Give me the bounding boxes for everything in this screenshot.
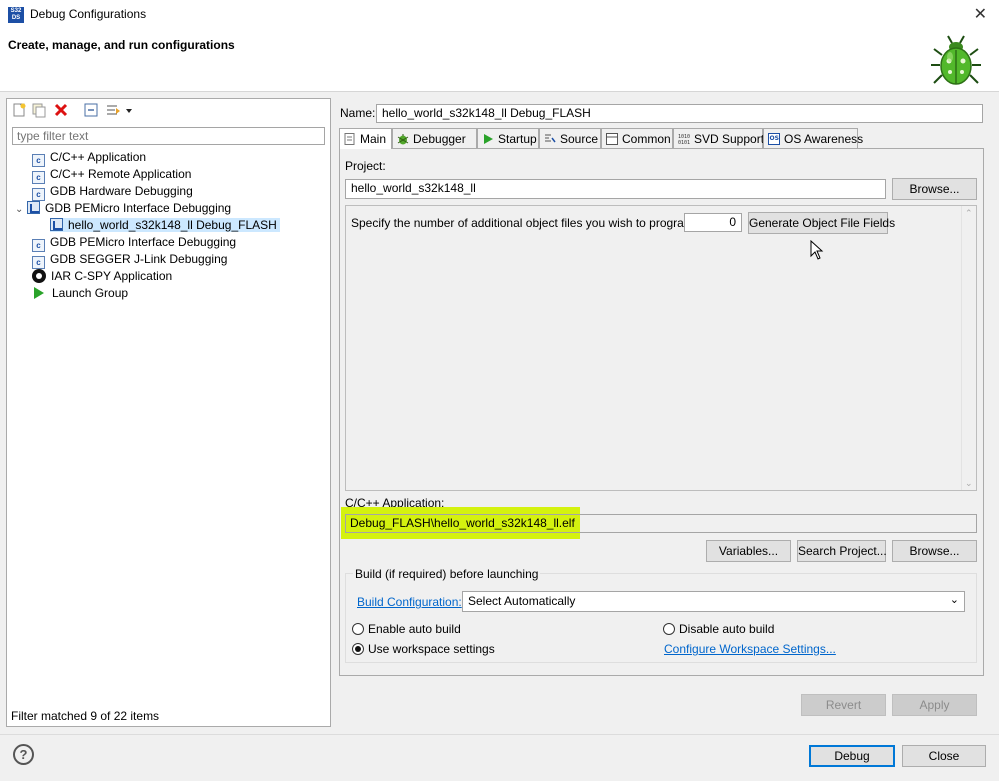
project-field[interactable]: hello_world_s32k148_ll [345,179,886,199]
disable-auto-build-radio[interactable]: Disable auto build [663,622,774,636]
radio-icon [352,623,364,635]
delete-icon[interactable] [53,102,69,118]
tab-common[interactable]: Common [601,128,673,148]
collapse-all-icon[interactable] [83,102,99,118]
application-browse-button[interactable]: Browse... [892,540,977,562]
new-configuration-icon[interactable] [11,102,27,118]
svg-text:0101: 0101 [678,140,690,145]
main-tab-icon [344,133,355,145]
gdb-icon [50,218,63,231]
common-tab-icon [606,133,618,145]
enable-auto-build-radio[interactable]: Enable auto build [352,622,461,636]
tree-item-gdb-pemicro-expanded[interactable]: ⌄ GDB PEMicro Interface Debugging [15,200,231,217]
filter-icon[interactable] [105,102,121,118]
application-value: Debug_FLASH\hello_world_s32k148_ll.elf [346,515,578,532]
svd-tab-icon: 10100101 [678,134,690,145]
launch-icon [34,287,44,299]
title-bar: S32 DS Debug Configurations ✕ [0,0,999,30]
source-tab-icon [545,134,556,143]
window-close-button[interactable]: ✕ [974,4,987,24]
debug-button[interactable]: Debug [809,745,895,767]
build-configuration-select[interactable]: Select Automatically ⌄ [462,591,965,612]
dialog-header: Create, manage, and run configurations [0,30,999,92]
generate-object-file-fields-button[interactable]: Generate Object File Fields [748,212,895,234]
debugger-tab-icon [397,134,409,145]
svg-text:OS: OS [770,135,779,142]
use-workspace-settings-radio[interactable]: Use workspace settings [352,642,495,656]
close-button[interactable]: Close [902,745,986,767]
s32ds-app-icon: S32 DS [8,7,24,23]
chevron-down-icon[interactable]: ⌄ [15,201,27,218]
project-browse-button[interactable]: Browse... [892,178,977,200]
configure-workspace-settings-link[interactable]: Configure Workspace Settings... [664,642,836,656]
search-project-button[interactable]: Search Project... [797,540,887,562]
chevron-down-icon: ⌄ [949,594,959,606]
name-label: Name: [340,106,376,120]
tree-item-launch-group[interactable]: Launch Group [32,285,128,302]
tree-item-cpp-remote-application[interactable]: c C/C++ Remote Application [32,166,191,184]
help-button[interactable]: ? [13,744,34,765]
object-files-panel [345,205,977,491]
object-files-count-field[interactable]: 0 [684,213,742,232]
duplicate-icon[interactable] [31,102,47,118]
configuration-tree-panel: cC/C++ Application cC/C++ Remote Applica… [6,98,331,727]
revert-button[interactable]: Revert [801,694,886,716]
tab-svd-support[interactable]: 1010 0101 SVD Support [673,128,764,148]
filter-status: Filter matched 9 of 22 items [11,709,160,723]
tab-os-awareness[interactable]: OS OS Awareness [763,128,863,148]
dialog-header-title: Create, manage, and run configurations [8,38,235,52]
tree-item-gdb-hardware-debugging[interactable]: c GDB Hardware Debugging [32,183,193,201]
startup-tab-icon [484,134,493,144]
dropdown-arrow-icon[interactable] [124,102,134,118]
project-label: Project: [345,159,386,173]
tab-debugger[interactable]: Debugger [392,128,477,148]
variables-button[interactable]: Variables... [706,540,791,562]
name-field[interactable]: hello_world_s32k148_ll Debug_FLASH [376,104,983,123]
scroll-up-icon[interactable]: ⌃ [965,208,973,219]
mouse-cursor-icon [810,240,824,260]
tree-item-gdb-segger-jlink[interactable]: c GDB SEGGER J-Link Debugging [32,251,227,269]
build-configuration-value: Select Automatically [468,594,576,608]
object-files-label: Specify the number of additional object … [351,216,698,230]
os-awareness-tab-icon: OS [768,133,780,145]
iar-icon [32,269,46,283]
vertical-scrollbar[interactable]: ⌃ ⌄ [961,206,976,490]
build-group-label: Build (if required) before launching [353,567,541,581]
filter-input[interactable] [12,127,325,145]
tab-source[interactable]: Source [539,128,601,148]
apply-button[interactable]: Apply [892,694,977,716]
footer-divider [0,734,999,735]
build-configuration-link[interactable]: Build Configuration: [357,595,462,609]
scroll-down-icon[interactable]: ⌄ [965,478,973,489]
debug-bug-icon [931,35,981,85]
tree-item-hello-world-debug-flash[interactable]: hello_world_s32k148_ll Debug_FLASH [50,217,280,234]
gdb-icon [27,201,40,214]
window-title: Debug Configurations [30,7,147,21]
radio-selected-icon [352,643,364,655]
tree-item-iar-cspy[interactable]: IAR C-SPY Application [32,268,172,285]
radio-icon [663,623,675,635]
tab-main[interactable]: Main [339,128,392,149]
tree-item-cpp-application[interactable]: c C/C++ Application [32,149,146,167]
tree-item-gdb-pemicro[interactable]: c GDB PEMicro Interface Debugging [32,234,236,252]
tab-startup[interactable]: Startup [477,128,539,148]
tree-selected-highlight: hello_world_s32k148_ll Debug_FLASH [50,218,280,232]
